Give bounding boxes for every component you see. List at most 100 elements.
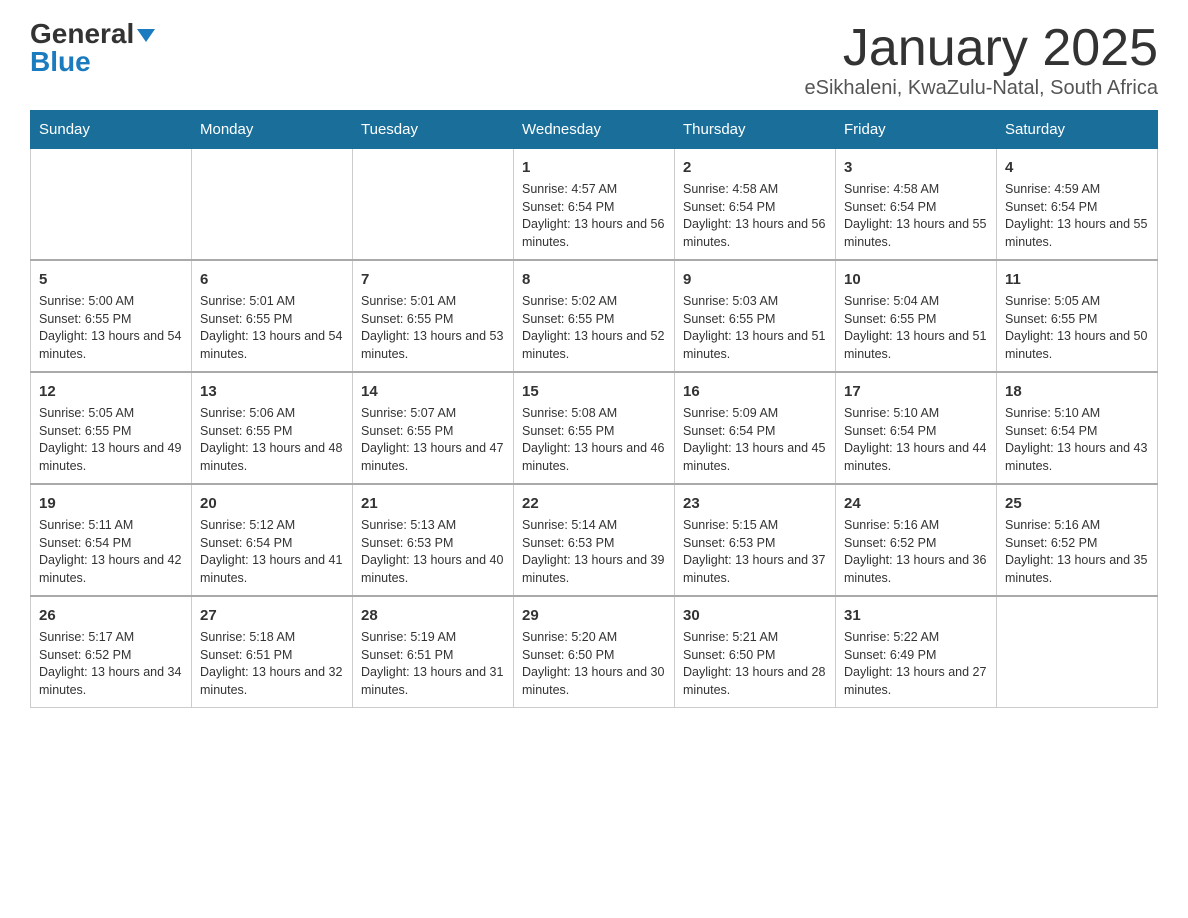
calendar-cell: 27 Sunrise: 5:18 AMSunset: 6:51 PMDayligh…: [192, 596, 353, 708]
calendar-cell: 4 Sunrise: 4:59 AMSunset: 6:54 PMDaylight…: [997, 149, 1158, 261]
day-number: 14: [361, 381, 505, 402]
calendar-cell: 1 Sunrise: 4:57 AMSunset: 6:54 PMDaylight…: [514, 149, 675, 261]
day-info: Sunrise: 5:06 AMSunset: 6:55 PMDaylight:…: [200, 405, 344, 475]
day-number: 13: [200, 381, 344, 402]
calendar-cell: 5Sunrise: 5:00 AMSunset: 6:55 PMDaylight…: [31, 260, 192, 372]
day-number: 4: [1005, 157, 1149, 178]
logo-general-line: General: [30, 20, 155, 48]
calendar-week-row: 12 Sunrise: 5:05 AMSunset: 6:55 PMDayligh…: [31, 372, 1158, 484]
calendar-cell: 11 Sunrise: 5:05 AMSunset: 6:55 PMDayligh…: [997, 260, 1158, 372]
day-number: 9: [683, 269, 827, 290]
weekday-header-wednesday: Wednesday: [514, 111, 675, 149]
day-number: 26: [39, 605, 183, 626]
day-number: 25: [1005, 493, 1149, 514]
calendar-cell: 3Sunrise: 4:58 AMSunset: 6:54 PMDaylight…: [836, 149, 997, 261]
calendar-cell: 10 Sunrise: 5:04 AMSunset: 6:55 PMDayligh…: [836, 260, 997, 372]
day-number: 27: [200, 605, 344, 626]
day-number: 21: [361, 493, 505, 514]
day-info: Sunrise: 5:04 AMSunset: 6:55 PMDaylight:…: [844, 293, 988, 363]
calendar-cell: 12 Sunrise: 5:05 AMSunset: 6:55 PMDayligh…: [31, 372, 192, 484]
day-info: Sunrise: 5:02 AMSunset: 6:55 PMDaylight:…: [522, 293, 666, 363]
day-info: Sunrise: 5:16 AMSunset: 6:52 PMDaylight:…: [844, 517, 988, 587]
day-info: Sunrise: 5:19 AMSunset: 6:51 PMDaylight:…: [361, 629, 505, 699]
day-info: Sunrise: 4:57 AMSunset: 6:54 PMDaylight:…: [522, 181, 666, 251]
day-info: Sunrise: 5:21 AMSunset: 6:50 PMDaylight:…: [683, 629, 827, 699]
logo-blue-text: Blue: [30, 46, 91, 77]
calendar-cell: [192, 149, 353, 261]
calendar-cell: 19 Sunrise: 5:11 AMSunset: 6:54 PMDayligh…: [31, 484, 192, 596]
weekday-header-tuesday: Tuesday: [353, 111, 514, 149]
calendar-cell: 28 Sunrise: 5:19 AMSunset: 6:51 PMDayligh…: [353, 596, 514, 708]
weekday-header-monday: Monday: [192, 111, 353, 149]
day-info: Sunrise: 5:13 AMSunset: 6:53 PMDaylight:…: [361, 517, 505, 587]
day-info: Sunrise: 4:58 AMSunset: 6:54 PMDaylight:…: [683, 181, 827, 251]
weekday-header-saturday: Saturday: [997, 111, 1158, 149]
calendar-cell: [31, 149, 192, 261]
day-info: Sunrise: 5:05 AMSunset: 6:55 PMDaylight:…: [1005, 293, 1149, 363]
calendar-header-row: SundayMondayTuesdayWednesdayThursdayFrid…: [31, 111, 1158, 149]
calendar-week-row: 5Sunrise: 5:00 AMSunset: 6:55 PMDaylight…: [31, 260, 1158, 372]
calendar-cell: 25 Sunrise: 5:16 AMSunset: 6:52 PMDayligh…: [997, 484, 1158, 596]
day-info: Sunrise: 4:59 AMSunset: 6:54 PMDaylight:…: [1005, 181, 1149, 251]
day-number: 8: [522, 269, 666, 290]
day-number: 30: [683, 605, 827, 626]
day-info: Sunrise: 5:16 AMSunset: 6:52 PMDaylight:…: [1005, 517, 1149, 587]
calendar-cell: [353, 149, 514, 261]
logo-general-text: General: [30, 18, 155, 49]
calendar-cell: 7Sunrise: 5:01 AMSunset: 6:55 PMDaylight…: [353, 260, 514, 372]
day-number: 1: [522, 157, 666, 178]
day-info: Sunrise: 5:00 AMSunset: 6:55 PMDaylight:…: [39, 293, 183, 363]
calendar-cell: 15 Sunrise: 5:08 AMSunset: 6:55 PMDayligh…: [514, 372, 675, 484]
day-number: 29: [522, 605, 666, 626]
day-number: 17: [844, 381, 988, 402]
calendar-cell: 22 Sunrise: 5:14 AMSunset: 6:53 PMDayligh…: [514, 484, 675, 596]
calendar-week-row: 19 Sunrise: 5:11 AMSunset: 6:54 PMDayligh…: [31, 484, 1158, 596]
day-info: Sunrise: 5:17 AMSunset: 6:52 PMDaylight:…: [39, 629, 183, 699]
day-info: Sunrise: 5:12 AMSunset: 6:54 PMDaylight:…: [200, 517, 344, 587]
day-number: 15: [522, 381, 666, 402]
calendar-cell: 18 Sunrise: 5:10 AMSunset: 6:54 PMDayligh…: [997, 372, 1158, 484]
weekday-header-thursday: Thursday: [675, 111, 836, 149]
calendar-cell: 26 Sunrise: 5:17 AMSunset: 6:52 PMDayligh…: [31, 596, 192, 708]
calendar-week-row: 26 Sunrise: 5:17 AMSunset: 6:52 PMDayligh…: [31, 596, 1158, 708]
calendar-cell: 20 Sunrise: 5:12 AMSunset: 6:54 PMDayligh…: [192, 484, 353, 596]
calendar-cell: 6Sunrise: 5:01 AMSunset: 6:55 PMDaylight…: [192, 260, 353, 372]
calendar-cell: 24 Sunrise: 5:16 AMSunset: 6:52 PMDayligh…: [836, 484, 997, 596]
title-section: January 2025 eSikhaleni, KwaZulu-Natal, …: [804, 20, 1158, 100]
day-number: 31: [844, 605, 988, 626]
calendar-cell: 17Sunrise: 5:10 AMSunset: 6:54 PMDayligh…: [836, 372, 997, 484]
calendar-cell: 16 Sunrise: 5:09 AMSunset: 6:54 PMDayligh…: [675, 372, 836, 484]
day-info: Sunrise: 5:11 AMSunset: 6:54 PMDaylight:…: [39, 517, 183, 587]
calendar-table: SundayMondayTuesdayWednesdayThursdayFrid…: [30, 110, 1158, 708]
weekday-header-friday: Friday: [836, 111, 997, 149]
day-number: 28: [361, 605, 505, 626]
day-info: Sunrise: 5:14 AMSunset: 6:53 PMDaylight:…: [522, 517, 666, 587]
day-number: 19: [39, 493, 183, 514]
day-number: 20: [200, 493, 344, 514]
day-info: Sunrise: 5:20 AMSunset: 6:50 PMDaylight:…: [522, 629, 666, 699]
day-number: 18: [1005, 381, 1149, 402]
day-info: Sunrise: 5:08 AMSunset: 6:55 PMDaylight:…: [522, 405, 666, 475]
weekday-header-sunday: Sunday: [31, 111, 192, 149]
calendar-cell: 2 Sunrise: 4:58 AMSunset: 6:54 PMDaylight…: [675, 149, 836, 261]
day-info: Sunrise: 5:05 AMSunset: 6:55 PMDaylight:…: [39, 405, 183, 475]
calendar-cell: 13 Sunrise: 5:06 AMSunset: 6:55 PMDayligh…: [192, 372, 353, 484]
day-number: 11: [1005, 269, 1149, 290]
day-number: 22: [522, 493, 666, 514]
calendar-cell: 14Sunrise: 5:07 AMSunset: 6:55 PMDayligh…: [353, 372, 514, 484]
day-number: 12: [39, 381, 183, 402]
day-number: 2: [683, 157, 827, 178]
day-number: 24: [844, 493, 988, 514]
day-info: Sunrise: 5:22 AMSunset: 6:49 PMDaylight:…: [844, 629, 988, 699]
day-info: Sunrise: 5:01 AMSunset: 6:55 PMDaylight:…: [200, 293, 344, 363]
day-number: 16: [683, 381, 827, 402]
day-info: Sunrise: 5:10 AMSunset: 6:54 PMDaylight:…: [1005, 405, 1149, 475]
page-header: General Blue January 2025 eSikhaleni, Kw…: [30, 20, 1158, 100]
day-number: 10: [844, 269, 988, 290]
day-number: 3: [844, 157, 988, 178]
day-info: Sunrise: 5:18 AMSunset: 6:51 PMDaylight:…: [200, 629, 344, 699]
calendar-cell: 21 Sunrise: 5:13 AMSunset: 6:53 PMDayligh…: [353, 484, 514, 596]
day-info: Sunrise: 5:09 AMSunset: 6:54 PMDaylight:…: [683, 405, 827, 475]
day-info: Sunrise: 5:01 AMSunset: 6:55 PMDaylight:…: [361, 293, 505, 363]
calendar-week-row: 1 Sunrise: 4:57 AMSunset: 6:54 PMDaylight…: [31, 149, 1158, 261]
